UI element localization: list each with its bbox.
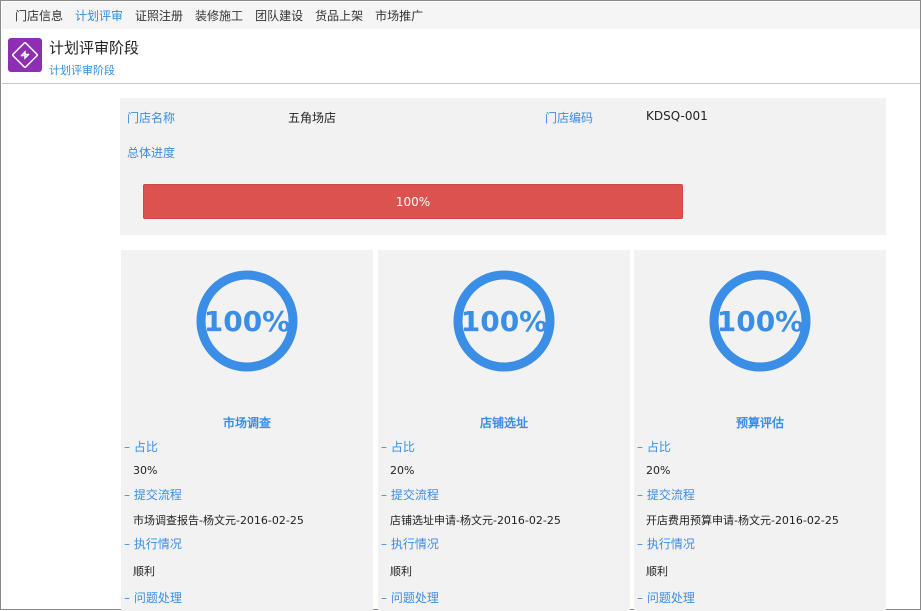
overall-progress-fill: 100%: [143, 184, 683, 219]
page-header: 计划评审阶段 计划评审阶段: [2, 29, 920, 84]
ratio-value: 20%: [390, 464, 415, 477]
overall-progress-bar: 100%: [143, 184, 683, 219]
exec-section-toggle[interactable]: – 执行情况: [381, 535, 439, 552]
page-title: 计划评审阶段: [49, 39, 140, 57]
exec-value: 顺利: [133, 565, 155, 578]
issue-section-toggle[interactable]: – 问题处理: [637, 589, 695, 606]
ratio-section-toggle[interactable]: – 占比: [637, 438, 671, 455]
stage-title: 预算评估: [735, 416, 784, 430]
store-info-panel: 门店名称 五角场店 门店编码 KDSQ-001 总体进度 100%: [120, 98, 886, 235]
stage-card-site-selection: 100% 店铺选址 – 占比 20% – 提交流程 店铺选址申请-杨文元-201…: [378, 250, 630, 611]
stage-card-budget-evaluation: 100% 预算评估 – 占比 20% – 提交流程 开店费用预算申请-杨文元-2…: [634, 250, 886, 611]
exec-section-toggle[interactable]: – 执行情况: [124, 535, 182, 552]
issue-section-toggle[interactable]: – 问题处理: [124, 589, 182, 606]
issue-section-toggle[interactable]: – 问题处理: [381, 589, 439, 606]
stage-title: 市场调查: [222, 416, 271, 430]
ratio-section-toggle[interactable]: – 占比: [381, 438, 415, 455]
flow-section-toggle[interactable]: – 提交流程: [381, 486, 439, 503]
progress-ring-value: 100%: [716, 304, 804, 338]
flow-value[interactable]: 市场调查报告-杨文元-2016-02-25: [133, 512, 304, 528]
overall-progress-label: 总体进度: [127, 146, 176, 160]
stage-card-market-research: 100% 市场调查 – 占比 30% – 提交流程 市场调查报告-杨文元-201…: [121, 250, 373, 611]
sync-arrows-icon: [8, 38, 42, 72]
exec-section-toggle[interactable]: – 执行情况: [637, 535, 695, 552]
progress-ring-value: 100%: [460, 304, 548, 338]
tab-plan-review[interactable]: 计划评审: [75, 7, 123, 24]
exec-value: 顺利: [646, 565, 668, 578]
tab-decoration[interactable]: 装修施工: [195, 7, 243, 24]
tab-store-info[interactable]: 门店信息: [15, 7, 63, 24]
top-nav: 门店信息 计划评审 证照注册 装修施工 团队建设 货品上架 市场推广: [2, 2, 920, 29]
store-name-label: 门店名称: [127, 111, 176, 125]
ratio-value: 30%: [133, 464, 158, 477]
overall-progress-text: 100%: [395, 194, 431, 209]
app-window: 门店信息 计划评审 证照注册 装修施工 团队建设 货品上架 市场推广 计划评审阶…: [0, 0, 921, 611]
ratio-value: 20%: [646, 464, 671, 477]
flow-section-toggle[interactable]: – 提交流程: [124, 486, 182, 503]
store-code-value: KDSQ-001: [646, 109, 708, 123]
ratio-section-toggle[interactable]: – 占比: [124, 438, 158, 455]
tab-goods-listing[interactable]: 货品上架: [315, 7, 363, 24]
flow-value[interactable]: 开店费用预算申请-杨文元-2016-02-25: [646, 512, 839, 528]
stage-title: 店铺选址: [479, 416, 528, 430]
exec-value: 顺利: [390, 565, 412, 578]
flow-value[interactable]: 店铺选址申请-杨文元-2016-02-25: [390, 512, 561, 528]
store-name-value: 五角场店: [288, 111, 337, 125]
flow-section-toggle[interactable]: – 提交流程: [637, 486, 695, 503]
tab-license-registration[interactable]: 证照注册: [135, 7, 183, 24]
progress-ring-value: 100%: [203, 304, 291, 338]
breadcrumb[interactable]: 计划评审阶段: [49, 62, 115, 78]
store-code-label: 门店编码: [545, 111, 594, 125]
tab-marketing[interactable]: 市场推广: [375, 7, 423, 24]
tab-team-building[interactable]: 团队建设: [255, 7, 303, 24]
